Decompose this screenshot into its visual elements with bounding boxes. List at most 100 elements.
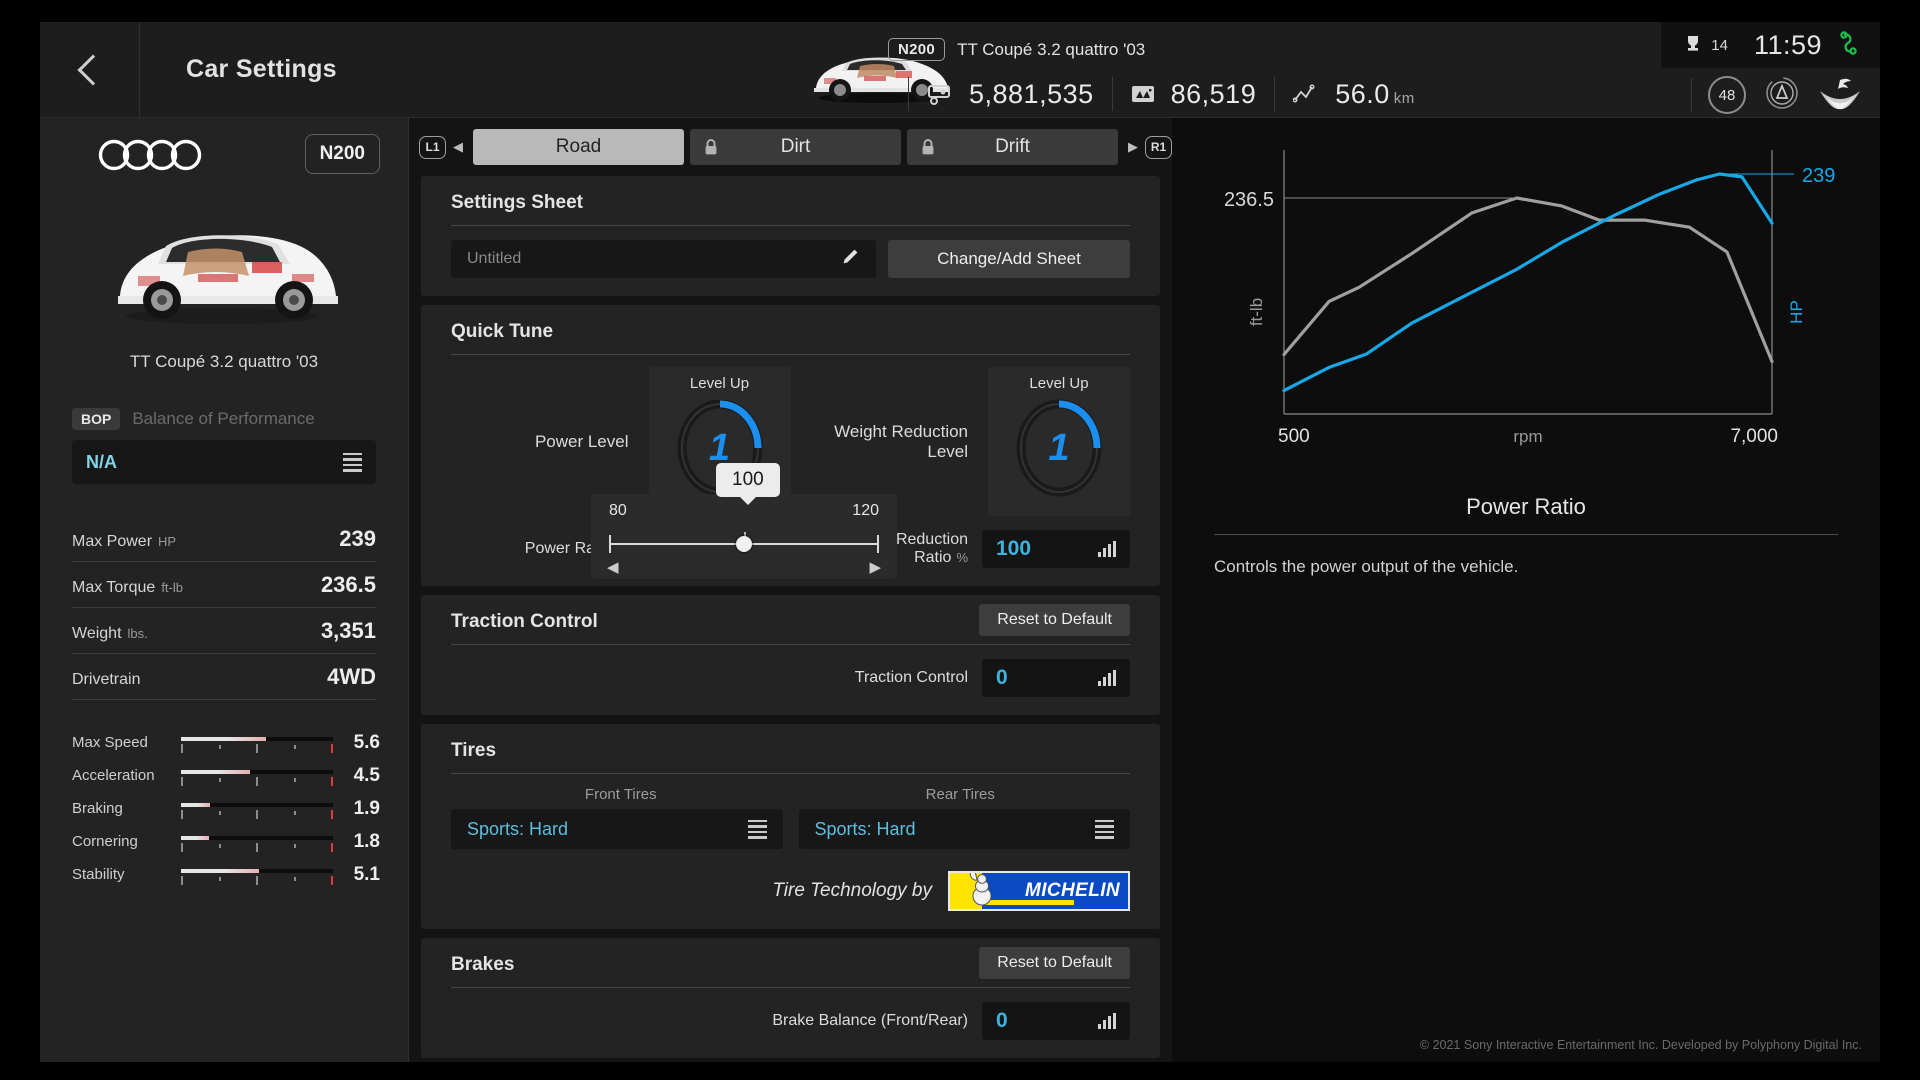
performance-row: Max Speed 5.6 [72, 726, 380, 759]
audi-rings-icon [98, 138, 202, 177]
dial-graphic: 1 [1011, 396, 1107, 500]
brake-balance-field[interactable]: 0 [982, 1002, 1130, 1040]
front-tire-selector[interactable]: Sports: Hard [451, 809, 783, 849]
performance-label: Braking [72, 800, 123, 817]
l1-button[interactable]: L1 [419, 135, 446, 159]
tab-road[interactable]: Road [473, 129, 684, 165]
tab-drift[interactable]: Drift [907, 129, 1118, 165]
hp-peak-label: 239 [1802, 165, 1835, 187]
triangle-left-icon[interactable]: ◀ [607, 558, 619, 576]
meter-ticks [181, 776, 334, 786]
performance-value: 1.8 [353, 830, 380, 852]
rear-tire-selector[interactable]: Sports: Hard [798, 809, 1130, 849]
tick [256, 743, 259, 753]
header-stats: 5,881,535 86,519 56.0 km [908, 74, 1433, 114]
tick-max [331, 776, 334, 786]
description-body: Controls the power output of the vehicle… [1214, 557, 1519, 576]
spec-value: 236.5 [320, 572, 376, 597]
x-axis-max-label: 7,000 [1730, 426, 1778, 447]
tires-column-headers: Front Tires Rear Tires [451, 786, 1130, 803]
brake-balance-value: 0 [996, 1009, 1008, 1032]
sheet-name-input[interactable]: Untitled [451, 240, 876, 278]
car-info-sidebar: N200 TT Coupé 3.2 quattro '03 BOP Balanc… [40, 118, 409, 1062]
x-axis-min-label: 500 [1278, 426, 1310, 447]
card-title: Brakes [451, 954, 515, 975]
divider [1214, 534, 1838, 535]
slider-knob[interactable] [736, 536, 752, 552]
header-car-summary: N200 TT Coupé 3.2 quattro '03 5,881,535 [800, 22, 1880, 117]
brakes-reset-button[interactable]: Reset to Default [979, 947, 1130, 979]
tab-dirt[interactable]: Dirt [690, 129, 901, 165]
x-axis-label: rpm [1513, 427, 1542, 446]
spec-label: Max Power HP [72, 533, 177, 550]
bop-value: N/A [86, 451, 117, 472]
tab-label: Dirt [780, 136, 811, 157]
spec-label: Weight lbs. [72, 625, 148, 642]
performance-row: Acceleration 4.5 [72, 759, 380, 792]
settings-main-column: L1 ◀ Road Dirt Drift ▶ R1 Settings Sheet… [409, 118, 1172, 1062]
driver-level-badge: 48 [1708, 76, 1746, 114]
tab-prev-icon[interactable]: ◀ [453, 139, 463, 155]
performance-list: Max Speed 5.6 Acceleration 4.5 Braking 1.9 Cor… [72, 726, 380, 891]
tick [218, 876, 221, 881]
value-slider-popup[interactable]: 80 120 ◀ ▶ [591, 494, 897, 579]
spec-row: Max Torque ft-lb 236.5 [72, 562, 376, 608]
slider-cap-left [609, 535, 611, 553]
performance-meter [181, 733, 334, 753]
traction-value-field[interactable]: 0 [982, 659, 1130, 697]
settings-sheet-card: Settings Sheet Untitled Change/Add Sheet [421, 176, 1160, 296]
slider-min-label: 80 [609, 502, 627, 519]
tick [293, 744, 296, 749]
credits-value: 5,881,535 [969, 78, 1094, 109]
bop-selector[interactable]: N/A [72, 440, 376, 484]
slider-track[interactable] [609, 532, 879, 554]
meter-fill [181, 802, 211, 807]
bar-adjust-icon [1098, 541, 1116, 557]
performance-label: Acceleration [72, 767, 155, 784]
change-add-sheet-button[interactable]: Change/Add Sheet [888, 240, 1130, 278]
brake-balance-row: Brake Balance (Front/Rear) 0 [451, 1002, 1130, 1040]
tick [218, 777, 221, 782]
performance-value: 5.1 [353, 863, 380, 885]
list-menu-icon [747, 819, 767, 839]
performance-label: Max Speed [72, 734, 148, 751]
performance-meter [181, 766, 334, 786]
traction-reset-button[interactable]: Reset to Default [979, 604, 1130, 636]
weight-ratio-field[interactable]: 100 [982, 530, 1130, 568]
gt-sophy-icon [1818, 75, 1862, 116]
performance-value: 4.5 [353, 764, 380, 786]
meter-ticks [181, 875, 334, 885]
traction-control-card: Traction Control Reset to Default Tracti… [421, 595, 1160, 715]
r1-button[interactable]: R1 [1145, 135, 1172, 159]
credits-icon [927, 83, 953, 105]
distance-value: 56.0 km [1335, 78, 1415, 109]
weight-level-dial[interactable]: Level Up 1 [988, 367, 1130, 516]
graph-icon [1293, 84, 1319, 104]
tick [218, 744, 221, 749]
trophy-stat: 14 [1685, 34, 1728, 57]
weight-ratio-value: 100 [996, 537, 1032, 560]
tab-next-icon[interactable]: ▶ [1128, 139, 1138, 155]
front-tire-value: Sports: Hard [467, 818, 569, 839]
brake-balance-label: Brake Balance (Front/Rear) [772, 1012, 968, 1029]
sheet-name-value: Untitled [467, 250, 522, 267]
meter-ticks [181, 809, 334, 819]
level-up-label: Level Up [1029, 375, 1089, 392]
traction-row: Traction Control 0 [451, 659, 1130, 697]
divider [1691, 78, 1692, 112]
performance-row: Stability 5.1 [72, 858, 380, 891]
dial-value: 1 [1048, 426, 1070, 469]
tick [218, 843, 221, 848]
sidebar-class-badge: N200 [304, 134, 380, 174]
pencil-icon[interactable] [840, 247, 860, 272]
tick-max [331, 809, 334, 819]
tick [293, 777, 296, 782]
card-header: Brakes Reset to Default [451, 947, 1130, 988]
meter-fill [181, 736, 267, 741]
lock-icon [704, 138, 718, 162]
weight-level-label: Weight Reduction Level [834, 421, 968, 461]
triangle-right-icon[interactable]: ▶ [869, 558, 881, 576]
back-button[interactable] [40, 22, 140, 117]
category-tabs: L1 ◀ Road Dirt Drift ▶ R1 [409, 118, 1172, 176]
gt7-car-settings-screen: Car Settings N200 TT Coupé 3.2 quattro '… [40, 22, 1880, 1062]
